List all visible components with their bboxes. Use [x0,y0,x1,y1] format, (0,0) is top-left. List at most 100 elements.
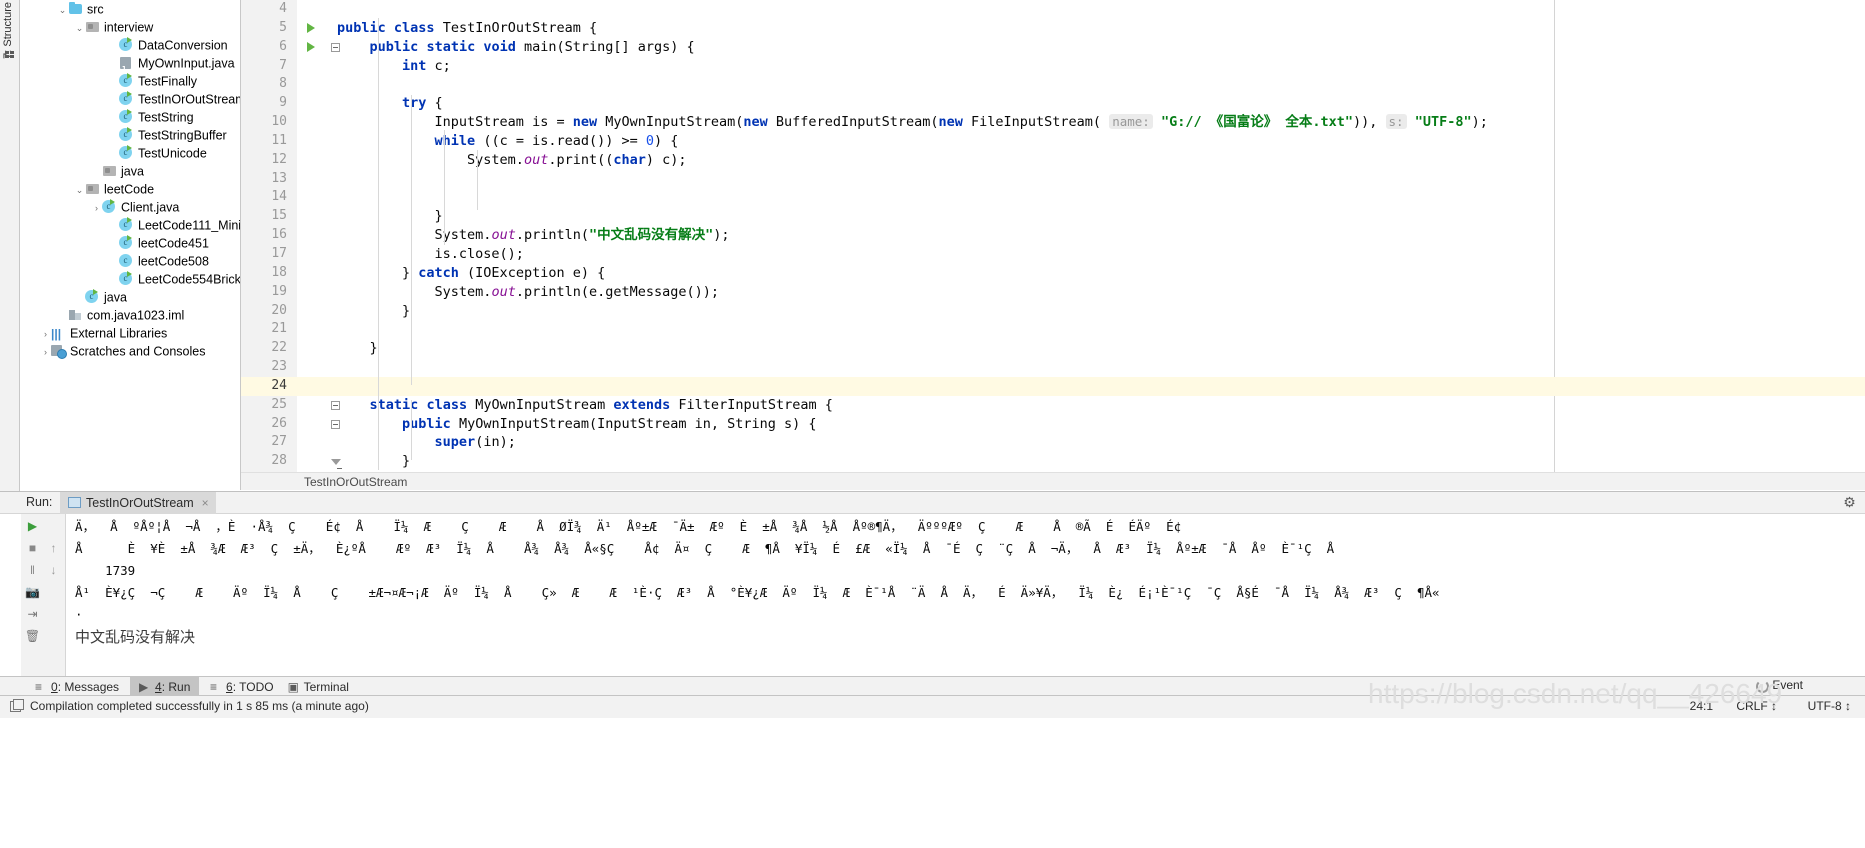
code-line[interactable]: 18 } catch (IOException e) { [241,264,1865,283]
class-runnable-icon [119,145,135,160]
stop-button[interactable]: ■ [24,540,41,557]
tool-window-button-todo[interactable]: ≡ 6: TODO [201,677,283,697]
console-line: · [75,607,83,622]
tree-item[interactable]: TestString [21,108,240,126]
code-line[interactable]: 8 [241,75,1865,94]
code-token: ); [713,227,730,244]
tree-item[interactable]: ⌄ leetCode [21,180,240,198]
code-token: class [393,19,435,36]
code-line[interactable]: 9 try { [241,94,1865,113]
tree-item[interactable]: › Client.java [21,198,240,216]
tree-item[interactable]: › Scratches and Consoles [21,342,240,360]
code-line[interactable]: 10 InputStream is = new MyOwnInputStream… [241,113,1865,132]
status-message: Compilation completed successfully in 1 … [30,699,369,713]
tool-window-button-terminal[interactable]: ▣ Terminal [279,677,358,697]
code-line[interactable]: 6 public static void main(String[] args)… [241,38,1865,57]
tree-item[interactable]: TestStringBuffer [21,126,240,144]
code-line[interactable]: 26 public MyOwnInputStream(InputStream i… [241,415,1865,434]
tree-item[interactable]: TestInOrOutStream [21,90,240,108]
chevron-icon[interactable]: › [40,343,51,361]
code-line[interactable]: 16 System.out.println("中文乱码没有解决"); [241,226,1865,245]
code-line[interactable]: 27 super(in); [241,433,1865,452]
code-line[interactable]: 25 static class MyOwnInputStream extends… [241,396,1865,415]
run-tab-testinoroutstream[interactable]: TestInOrOutStream × [60,492,216,514]
code-token: name: [1109,114,1153,130]
code-text: } [337,339,378,358]
code-line[interactable]: 22 } [241,339,1865,358]
scroll-down-button[interactable]: ↓ [45,562,62,579]
tree-item[interactable]: leetCode508 [21,252,240,270]
code-token: new [938,114,963,131]
code-line[interactable]: 7 int c; [241,57,1865,76]
breadcrumb[interactable]: TestInOrOutStream [241,472,1865,490]
code-line[interactable]: 15 } [241,207,1865,226]
camera-button[interactable]: 📷 [24,584,41,601]
code-editor[interactable]: 4 5 public class TestInOrOutStream {6 publ… [241,0,1865,472]
trash-button[interactable]: 🗑 [24,628,41,645]
code-token: } [337,340,378,357]
code-token: )), [1353,114,1386,131]
project-tree[interactable]: ⌄src⌄interviewDataConversionMyOwnInput.j… [21,0,241,490]
tree-item[interactable]: LeetCode111_Minimum_Dep [21,216,240,234]
code-line[interactable]: 28 } [241,452,1865,471]
code-line[interactable]: 17 is.close(); [241,245,1865,264]
tree-item[interactable]: ⌄ interview [21,18,240,36]
chevron-icon[interactable]: ⌄ [74,19,85,37]
tree-item[interactable]: TestUnicode [21,144,240,162]
code-line[interactable]: 23 [241,358,1865,377]
file-encoding[interactable]: UTF-8 ↕ [1808,699,1851,713]
code-line[interactable]: 20 } [241,302,1865,321]
code-line[interactable]: 14 [241,188,1865,207]
code-line[interactable]: 5 public class TestInOrOutStream { [241,19,1865,38]
code-token: out [523,151,549,168]
scroll-up-button[interactable]: ↑ [45,540,62,557]
tree-item[interactable]: ⌄ src [21,0,240,18]
code-text: is.close(); [337,245,524,264]
pause-button[interactable]: ‖ [24,562,41,579]
line-number: 8 [279,76,287,92]
run-gutter-icon[interactable] [307,41,315,52]
code-line[interactable]: 4 [241,0,1865,19]
code-line[interactable]: 19 System.out.println(e.getMessage()); [241,283,1865,302]
caret-position[interactable]: 24:1 [1690,699,1713,713]
gear-icon[interactable]: ⚙ [1842,495,1857,510]
code-token: new [572,114,598,131]
tree-item[interactable]: java [21,162,240,180]
code-text: while ((c = is.read()) >= 0) { [337,132,679,151]
build-icon [10,699,24,712]
event-log-button[interactable]: Event [1755,678,1803,693]
run-gutter-icon[interactable] [307,22,315,33]
close-icon[interactable]: × [202,492,209,514]
tree-item-label: Client.java [121,200,180,215]
tool-window-button-run[interactable]: ▶ 4: Run [130,677,200,697]
chevron-icon[interactable]: ⌄ [74,181,85,199]
code-line[interactable]: 13 [241,170,1865,189]
code-token: System. [337,283,492,300]
tree-item[interactable]: › External Libraries [21,324,240,343]
chevron-icon[interactable]: › [91,199,102,217]
tree-item[interactable]: LeetCode554Brick_Wall [21,270,240,288]
tool-window-button-messages[interactable]: ≡ 0: Messages [26,677,128,697]
line-separator[interactable]: CRLF ↕ [1736,699,1777,713]
run-console-output[interactable]: Ä， Å ºÅº¦Å ¬Å ，È ·Å¾ Ç É¢ Å Ï¼ Æ Ç Æ Å Ø… [67,514,1865,677]
tree-item[interactable]: leetCode451 [21,234,240,252]
tree-item[interactable]: com.java1023.iml [21,306,240,324]
tree-item[interactable]: java [21,288,240,306]
export-button[interactable]: ⇥ [24,606,41,623]
status-bar: Compilation completed successfully in 1 … [0,678,1865,718]
code-text: try { [337,94,443,113]
chevron-icon[interactable]: ⌄ [57,1,68,19]
code-line[interactable]: 24 [241,376,1865,396]
line-number: 24 [271,377,287,393]
code-line[interactable]: 21 [241,320,1865,339]
tree-item[interactable]: DataConversion [21,36,240,54]
code-line[interactable]: 11 while ((c = is.read()) >= 0) { [241,132,1865,151]
code-token: .print(( [548,151,614,168]
rerun-button[interactable]: ▶ [24,518,41,535]
code-line[interactable]: 12 System.out.print((char) c); [241,151,1865,170]
tree-item[interactable]: TestFinally [21,72,240,90]
chevron-icon[interactable]: › [40,325,51,343]
tree-item[interactable]: MyOwnInput.java [21,54,240,79]
